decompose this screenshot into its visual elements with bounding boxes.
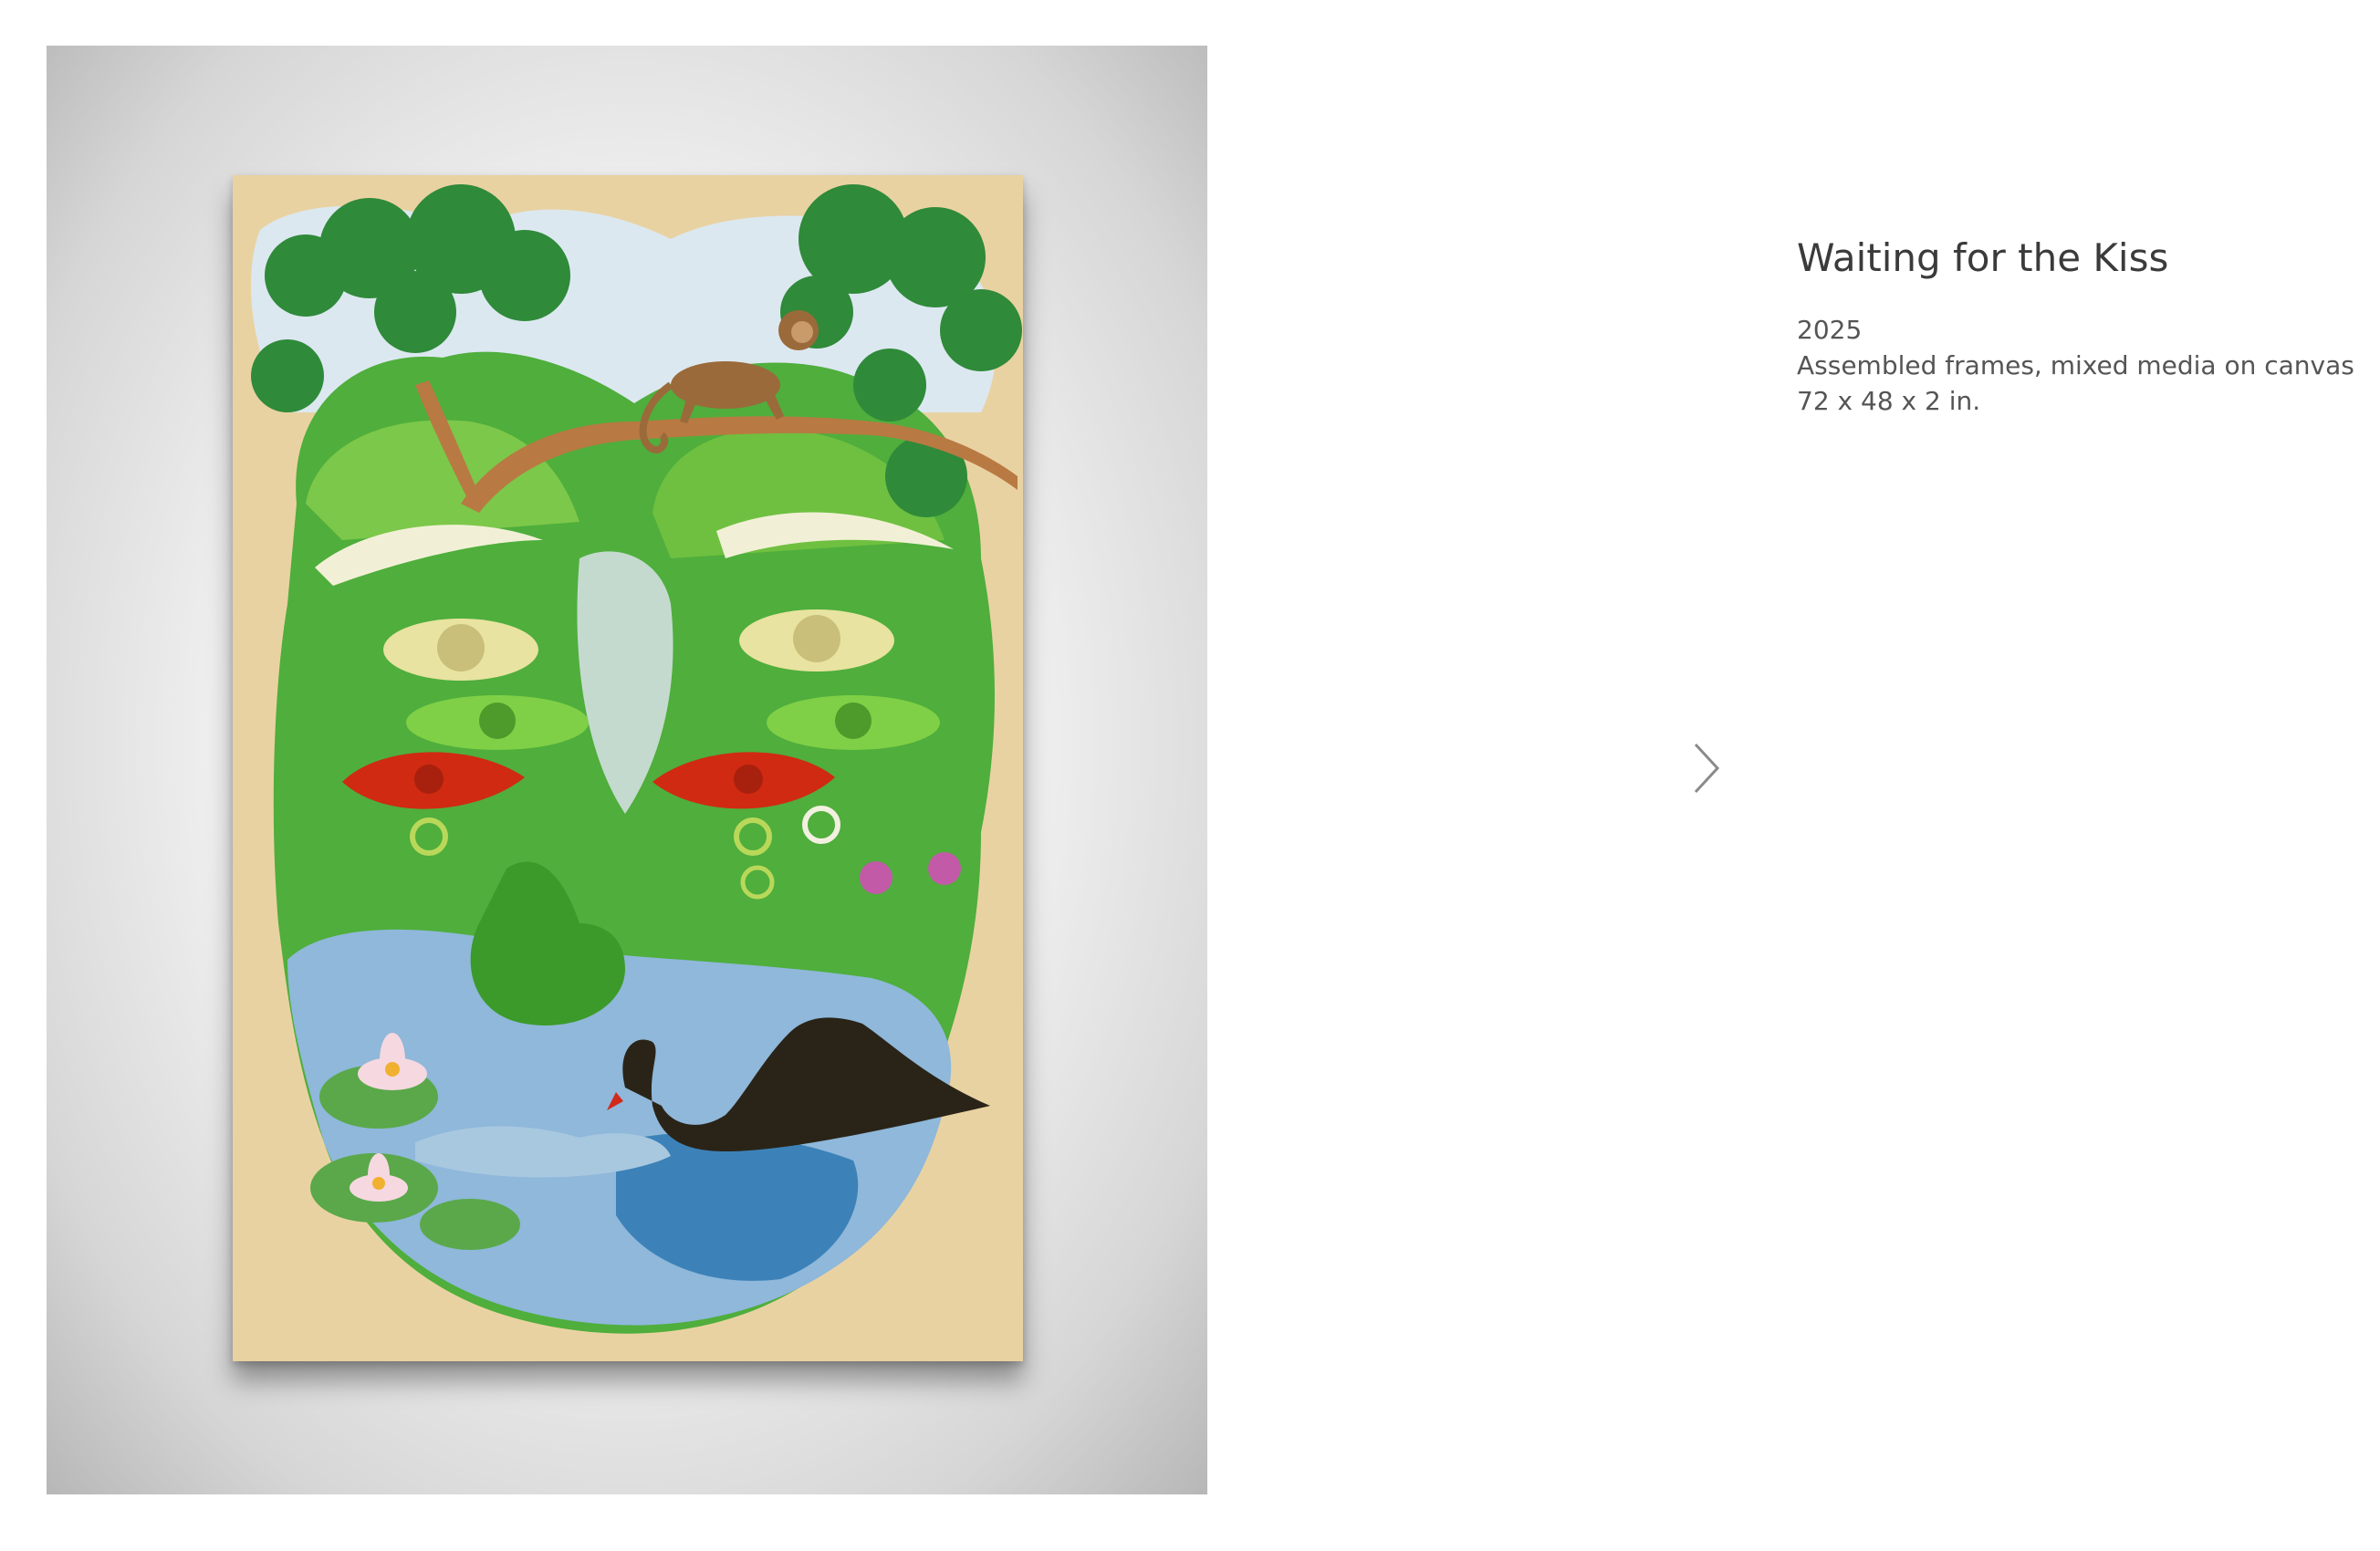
artwork-medium: Assembled frames, mixed media on canvas bbox=[1797, 350, 2354, 381]
painting-illustration bbox=[251, 184, 1022, 1334]
chevron-right-icon bbox=[1694, 743, 1720, 794]
artwork-year: 2025 bbox=[1797, 315, 1863, 346]
artwork-title: Waiting for the Kiss bbox=[1797, 235, 2169, 280]
artwork-photo bbox=[47, 46, 1207, 1494]
artwork-info: Waiting for the Kiss 2025 Assembled fram… bbox=[1797, 235, 2363, 419]
painting-canvas bbox=[233, 175, 1023, 1361]
next-artwork-button[interactable] bbox=[1690, 739, 1723, 797]
artwork-dimensions: 72 x 48 x 2 in. bbox=[1797, 386, 1981, 417]
